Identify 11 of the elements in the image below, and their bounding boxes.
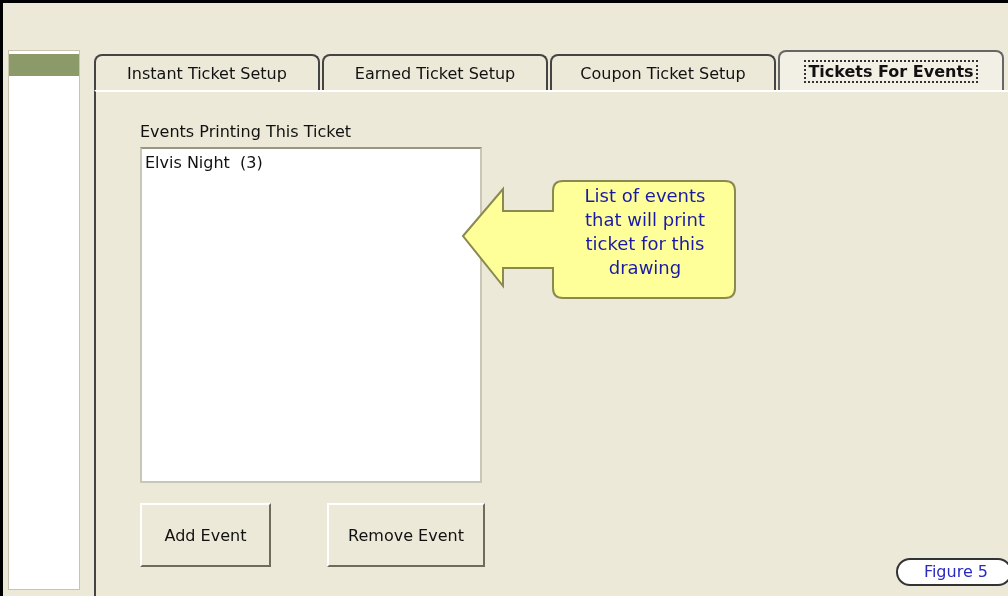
list-label: Events Printing This Ticket: [140, 122, 352, 141]
tab[interactable]: Coupon Ticket Setup: [550, 54, 776, 90]
figure-label: Figure 5: [895, 558, 1008, 586]
events-listbox[interactable]: Elvis Night (3): [140, 147, 482, 483]
tab[interactable]: Tickets For Events: [778, 50, 1004, 90]
event-button[interactable]: Add Event: [140, 503, 271, 567]
tab[interactable]: Earned Ticket Setup: [322, 54, 548, 90]
event-button[interactable]: Remove Event: [327, 503, 485, 567]
list-item[interactable]: Elvis Night (3): [145, 153, 477, 172]
tab[interactable]: Instant Ticket Setup: [94, 54, 320, 90]
panel-header: [9, 54, 79, 76]
